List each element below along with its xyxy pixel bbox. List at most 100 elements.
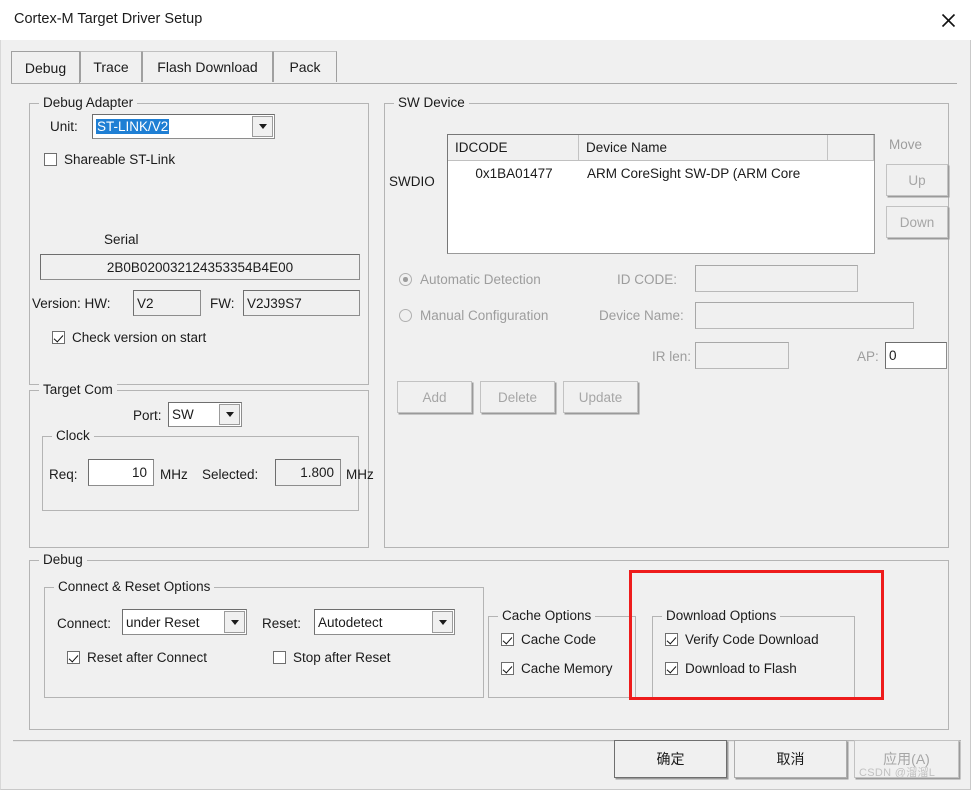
group-debug-caption: Debug [39, 552, 87, 567]
group-target-com: Target Com Port: SW Clock Req: 10 MHz Se… [29, 382, 374, 548]
unit-label: Unit: [50, 119, 78, 134]
checkbox-box [67, 651, 80, 664]
automatic-detection-label: Automatic Detection [420, 272, 541, 287]
radio-dot [399, 273, 412, 286]
fw-version-value: V2J39S7 [247, 295, 302, 311]
selected-unit-label: MHz [346, 467, 374, 482]
column-header-device-name[interactable]: Device Name [579, 135, 828, 160]
cache-memory-checkbox[interactable]: Cache Memory [501, 661, 613, 676]
req-unit-label: MHz [160, 467, 188, 482]
unit-select[interactable]: ST-LINK/V2 [92, 114, 275, 139]
connect-select-value: under Reset [126, 614, 200, 630]
check-version-on-start-checkbox[interactable]: Check version on start [52, 330, 206, 345]
tab-pack[interactable]: Pack [273, 51, 337, 82]
device-name-field[interactable] [695, 302, 914, 329]
device-list[interactable]: IDCODE Device Name 0x1BA01477 ARM CoreSi… [447, 134, 875, 254]
checkbox-box [501, 633, 514, 646]
close-icon[interactable] [925, 0, 971, 40]
group-connect-reset-options: Connect & Reset Options Connect: under R… [44, 579, 484, 698]
checkbox-box [501, 662, 514, 675]
manual-configuration-radio[interactable]: Manual Configuration [399, 308, 548, 323]
serial-label: Serial [104, 232, 139, 247]
shareable-st-link-checkbox[interactable]: Shareable ST-Link [44, 152, 175, 167]
reset-select-value: Autodetect [318, 614, 383, 630]
watermark: CSDN @溜溜L [859, 767, 936, 779]
ap-value: 0 [889, 348, 897, 363]
delete-device-button[interactable]: Delete [480, 381, 555, 413]
download-options-highlight [629, 570, 884, 700]
column-header-spacer [828, 135, 874, 160]
group-cache-options: Cache Options Cache Code Cache Memory [488, 608, 636, 698]
checkbox-box [44, 153, 57, 166]
port-label: Port: [133, 408, 162, 423]
chevron-down-icon[interactable] [432, 611, 453, 633]
ap-field[interactable]: 0 [885, 342, 947, 369]
tab-underline [11, 83, 957, 84]
move-up-button[interactable]: Up [886, 164, 948, 196]
checkbox-box [52, 331, 65, 344]
add-device-button[interactable]: Add [397, 381, 472, 413]
reset-after-connect-checkbox[interactable]: Reset after Connect [67, 650, 207, 665]
cell-device-name: ARM CoreSight SW-DP (ARM Core [587, 165, 801, 181]
stop-after-reset-checkbox[interactable]: Stop after Reset [273, 650, 391, 665]
checkbox-box [273, 651, 286, 664]
update-device-button[interactable]: Update [563, 381, 638, 413]
group-connect-reset-options-caption: Connect & Reset Options [54, 579, 215, 594]
cache-memory-label: Cache Memory [521, 661, 613, 676]
chevron-down-icon[interactable] [252, 116, 273, 137]
req-label: Req: [49, 467, 78, 482]
group-sw-device: SW Device SWDIO IDCODE Device Name 0x1BA… [384, 95, 949, 548]
group-target-com-caption: Target Com [39, 382, 117, 397]
hw-version-field[interactable]: V2 [133, 290, 201, 316]
selected-clock-field: 1.800 [275, 459, 341, 486]
id-code-label: ID CODE: [617, 272, 678, 287]
group-clock: Clock Req: 10 MHz Selected: 1.800 MHz [42, 428, 374, 511]
hw-version-value: V2 [137, 295, 154, 311]
serial-field[interactable]: 2B0B020032124353354B4E00 [40, 254, 360, 280]
cache-code-checkbox[interactable]: Cache Code [501, 632, 596, 647]
manual-configuration-label: Manual Configuration [420, 308, 549, 323]
id-code-field[interactable] [695, 265, 858, 292]
group-debug-adapter-caption: Debug Adapter [39, 95, 138, 110]
table-row[interactable]: 0x1BA01477 ARM CoreSight SW-DP (ARM Core [448, 160, 874, 186]
chevron-down-icon[interactable] [224, 611, 245, 633]
move-down-button[interactable]: Down [886, 206, 948, 238]
dialog-window: Cortex-M Target Driver Setup Debug Trace… [0, 0, 971, 790]
port-select-value: SW [172, 407, 194, 422]
fw-version-field[interactable]: V2J39S7 [243, 290, 360, 316]
tab-trace[interactable]: Trace [80, 51, 142, 82]
column-header-idcode[interactable]: IDCODE [448, 135, 579, 160]
stop-after-reset-label: Stop after Reset [293, 650, 391, 665]
shareable-st-link-label: Shareable ST-Link [64, 152, 176, 167]
ok-button[interactable]: 确定 [614, 740, 727, 778]
title-bar: Cortex-M Target Driver Setup [0, 0, 971, 40]
selected-clock-label: Selected: [202, 467, 259, 482]
group-cache-options-caption: Cache Options [498, 608, 596, 623]
port-select[interactable]: SW [168, 402, 242, 427]
group-debug-adapter: Debug Adapter Unit: ST-LINK/V2 Shareable… [29, 95, 369, 385]
chevron-down-icon[interactable] [219, 404, 240, 425]
version-label: Version: HW: [32, 296, 111, 311]
device-name-label: Device Name: [599, 308, 684, 323]
move-label: Move [889, 137, 923, 152]
automatic-detection-radio[interactable]: Automatic Detection [399, 272, 541, 287]
tab-flash-download[interactable]: Flash Download [142, 51, 273, 82]
ir-len-label: IR len: [652, 349, 692, 364]
dialog-client: Debug Trace Flash Download Pack Debug Ad… [0, 40, 971, 790]
req-clock-value: 10 [131, 465, 147, 480]
connect-label: Connect: [57, 616, 112, 631]
tab-debug[interactable]: Debug [11, 51, 80, 84]
radio-dot [399, 309, 412, 322]
ir-len-field[interactable] [695, 342, 789, 369]
group-clock-caption: Clock [52, 428, 94, 443]
cancel-button[interactable]: 取消 [734, 740, 847, 778]
cell-idcode: 0x1BA01477 [475, 165, 553, 181]
cache-code-label: Cache Code [521, 632, 597, 647]
group-sw-device-caption: SW Device [394, 95, 469, 110]
unit-select-value: ST-LINK/V2 [96, 119, 170, 134]
req-clock-field[interactable]: 10 [88, 459, 154, 486]
connect-select[interactable]: under Reset [122, 609, 247, 635]
device-list-header: IDCODE Device Name [448, 135, 874, 161]
reset-select[interactable]: Autodetect [314, 609, 455, 635]
swdio-label: SWDIO [389, 174, 435, 189]
